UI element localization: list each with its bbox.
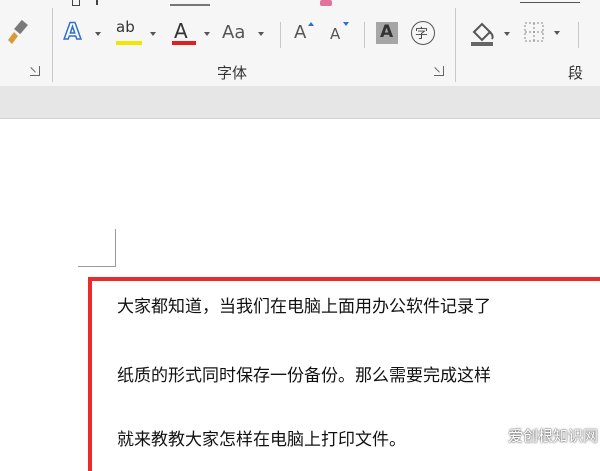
format-painter-button[interactable] [4,18,30,46]
clipboard-dialog-launcher[interactable] [30,66,40,76]
format-painter-icon [8,19,28,44]
font-color-icon: A [174,19,188,43]
text-effects-icon: A [63,19,82,46]
borders-button[interactable] [522,20,566,46]
borders-icon [524,22,544,42]
paragraph-group-label: 段 [568,64,584,82]
chevron-down-icon [150,32,156,36]
font-color-bar [172,41,196,45]
grow-font-button[interactable]: A [294,20,318,48]
document-line[interactable]: 大家都知道，当我们在电脑上面用办公软件记录了 [117,292,491,317]
enclose-characters-button[interactable]: 字 [411,21,435,45]
ruler-area [0,86,600,119]
chevron-down-icon [504,32,510,36]
separator [578,22,579,48]
character-shading-button[interactable]: A [376,22,398,44]
text-highlight-color-icon: ab [116,18,135,36]
up-caret-icon [308,22,314,26]
down-caret-icon [343,22,349,26]
change-case-button[interactable]: Aa [222,20,268,48]
grow-font-icon: A [294,22,307,43]
font-color-button[interactable]: A [170,18,214,48]
font-dialog-launcher[interactable] [434,66,444,76]
chevron-down-icon [95,32,101,36]
text-effects-button[interactable]: A [63,19,104,48]
chevron-down-icon [554,31,560,35]
ribbon: A ab A Aa A A A 字 字体 段 [0,0,600,87]
enclose-characters-icon: 字 [415,27,429,42]
separator [455,8,456,82]
separator [52,8,53,82]
top-row-strip [60,0,600,6]
document-line[interactable]: 纸质的形式同时保存一份备份。那么需要完成这样 [117,361,491,386]
watermark: 爱创根知识网 [507,427,598,445]
shrink-font-icon: A [330,25,341,43]
document-line[interactable]: 就来教教大家怎样在电脑上打印文件。 [117,425,406,450]
shading-button[interactable] [468,18,512,48]
shading-icon [471,22,494,46]
character-shading-icon: A [380,22,394,42]
change-case-icon: Aa [222,22,246,43]
text-highlight-color-button[interactable]: ab [114,18,156,48]
shrink-font-button[interactable]: A [330,20,354,48]
separator [280,22,281,48]
chevron-down-icon [258,32,264,36]
font-group-label: 字体 [217,64,248,82]
separator [364,22,365,48]
highlight-color-bar [116,41,142,45]
margin-corner-mark [78,229,116,267]
chevron-down-icon [204,32,210,36]
